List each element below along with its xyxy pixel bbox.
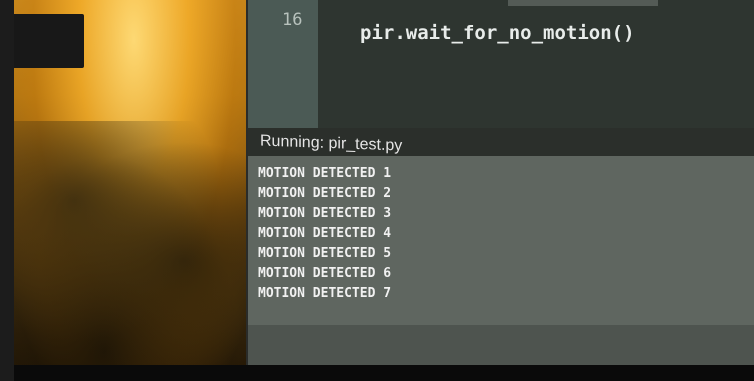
monitor-bottom-bezel [14,365,754,381]
desktop-wallpaper [14,0,264,381]
console-output: MOTION DETECTED 1 MOTION DETECTED 2 MOTI… [258,164,392,301]
run-status-bar: Running: pir_test.py [248,128,754,156]
console-line: MOTION DETECTED 4 [258,226,392,241]
console-line: MOTION DETECTED 2 [258,186,392,201]
console-line: MOTION DETECTED 7 [258,286,392,301]
console-footer [248,325,754,365]
monitor-bezel [0,0,14,381]
console-line: MOTION DETECTED 1 [258,166,392,181]
code-editor[interactable]: 16 pir.wait_for_no_motion() [248,0,754,128]
console-line: MOTION DETECTED 5 [258,246,392,261]
console-line: MOTION DETECTED 3 [258,206,392,221]
ide-window: 16 pir.wait_for_no_motion() Running: pir… [246,0,754,365]
code-line-previous [508,0,658,6]
console-line: MOTION DETECTED 6 [258,266,392,281]
code-line[interactable]: pir.wait_for_no_motion() [360,22,635,44]
shell-console[interactable]: MOTION DETECTED 1 MOTION DETECTED 2 MOTI… [248,156,754,365]
wallpaper-hills [14,121,264,381]
desktop-panel-edge [14,14,84,68]
line-number-gutter: 16 [248,0,318,128]
run-status-text: Running: pir_test.py [260,132,403,155]
line-number: 16 [282,10,303,30]
